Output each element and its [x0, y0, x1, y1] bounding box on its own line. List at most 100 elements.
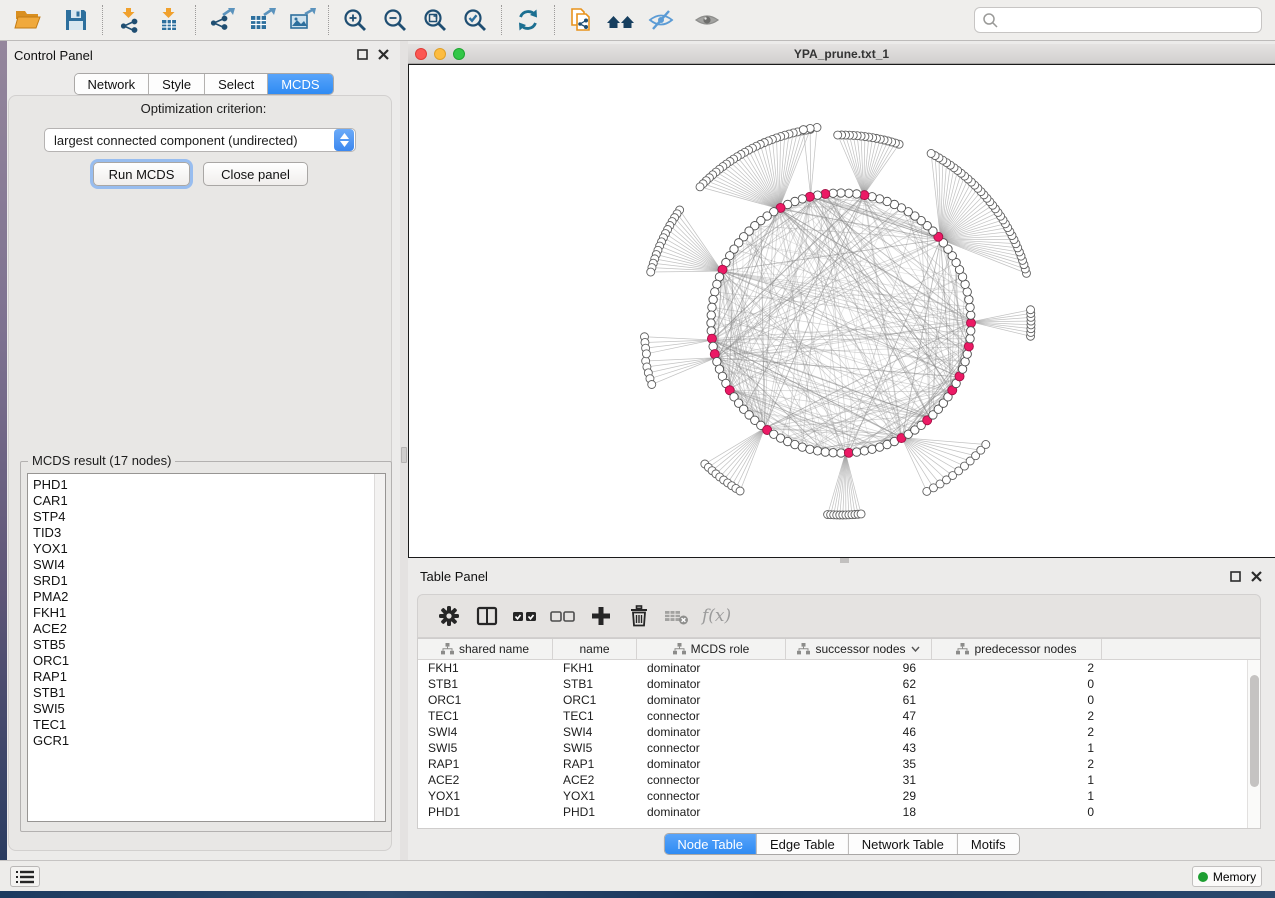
network-node[interactable] [967, 327, 975, 335]
network-node[interactable] [821, 448, 829, 456]
zoom-in-button[interactable] [335, 3, 375, 37]
table-row[interactable]: ORC1ORC1dominator610 [418, 692, 1260, 708]
new-network-from-selection-button[interactable] [561, 3, 601, 37]
table-row[interactable]: ACE2ACE2connector311 [418, 772, 1260, 788]
mcds-node[interactable] [707, 334, 716, 343]
tab-style[interactable]: Style [149, 74, 205, 94]
network-node[interactable] [713, 280, 721, 288]
table-row[interactable]: SWI4SWI4dominator462 [418, 724, 1260, 740]
zoom-fit-button[interactable] [415, 3, 455, 37]
mcds-result-item[interactable]: SRD1 [28, 573, 385, 589]
network-node[interactable] [852, 448, 860, 456]
export-table-button[interactable] [242, 3, 282, 37]
network-node[interactable] [837, 189, 845, 197]
mcds-result-item[interactable]: ORC1 [28, 653, 385, 669]
network-node[interactable] [829, 449, 837, 457]
mcds-result-item[interactable]: SWI4 [28, 557, 385, 573]
show-all-button[interactable] [687, 3, 727, 37]
mcds-result-item[interactable]: TEC1 [28, 717, 385, 733]
mcds-result-item[interactable]: ACE2 [28, 621, 385, 637]
leaf-node[interactable] [648, 380, 656, 388]
table-settings-button[interactable] [430, 598, 468, 634]
network-node[interactable] [966, 303, 974, 311]
tab-select[interactable]: Select [205, 74, 268, 94]
zoom-selected-button[interactable] [455, 3, 495, 37]
network-node[interactable] [875, 195, 883, 203]
network-node[interactable] [852, 190, 860, 198]
search-input[interactable] [999, 10, 1261, 30]
mcds-result-item[interactable]: CAR1 [28, 493, 385, 509]
apply-layout-button[interactable] [508, 3, 548, 37]
column-header-successor-nodes[interactable]: successor nodes [786, 639, 932, 659]
deselect-all-columns-button[interactable] [544, 598, 582, 634]
network-node[interactable] [707, 311, 715, 319]
open-session-button[interactable] [8, 3, 48, 37]
leaf-node[interactable] [647, 268, 655, 276]
table-scrollbar-thumb[interactable] [1250, 675, 1259, 787]
delete-table-button[interactable] [658, 598, 696, 634]
mcds-result-item[interactable]: STB5 [28, 637, 385, 653]
tab-network[interactable]: Network [74, 74, 149, 94]
tab-node-table[interactable]: Node Table [664, 834, 757, 854]
export-image-button[interactable] [282, 3, 322, 37]
table-scrollbar[interactable] [1247, 660, 1260, 828]
column-header-MCDS-role[interactable]: MCDS role [637, 639, 786, 659]
network-view-canvas[interactable] [408, 64, 1275, 558]
network-node[interactable] [711, 288, 719, 296]
leaf-node[interactable] [834, 131, 842, 139]
network-node[interactable] [868, 445, 876, 453]
column-header-shared-name[interactable]: shared name [418, 639, 553, 659]
leaf-node[interactable] [982, 440, 990, 448]
mcds-node[interactable] [821, 189, 830, 198]
mcds-result-item[interactable]: TID3 [28, 525, 385, 541]
first-neighbors-button[interactable] [601, 3, 641, 37]
mcds-node[interactable] [844, 448, 853, 457]
run-mcds-button[interactable]: Run MCDS [93, 162, 190, 186]
tab-mcds[interactable]: MCDS [268, 74, 332, 94]
mcds-list-scrollbar[interactable] [374, 474, 385, 821]
column-header-name[interactable]: name [553, 639, 637, 659]
mcds-result-item[interactable]: FKH1 [28, 605, 385, 621]
table-row[interactable]: YOX1YOX1connector291 [418, 788, 1260, 804]
select-all-columns-button[interactable] [506, 598, 544, 634]
tab-network-table[interactable]: Network Table [849, 834, 958, 854]
mcds-node[interactable] [964, 342, 973, 351]
network-node[interactable] [963, 288, 971, 296]
network-node[interactable] [806, 445, 814, 453]
mcds-result-item[interactable]: STP4 [28, 509, 385, 525]
leaf-node[interactable] [696, 183, 704, 191]
network-node[interactable] [965, 295, 973, 303]
mcds-node[interactable] [860, 191, 869, 200]
pane-divider-handle[interactable] [401, 447, 407, 463]
table-row[interactable]: FKH1FKH1dominator962 [418, 660, 1260, 676]
network-node[interactable] [709, 295, 717, 303]
table-row[interactable]: SWI5SWI5connector431 [418, 740, 1260, 756]
leaf-node[interactable] [927, 149, 935, 157]
network-node[interactable] [860, 447, 868, 455]
table-row[interactable]: PHD1PHD1dominator180 [418, 804, 1260, 820]
table-row[interactable]: STB1STB1dominator620 [418, 676, 1260, 692]
leaf-node[interactable] [1027, 306, 1035, 314]
network-node[interactable] [707, 319, 715, 327]
network-node[interactable] [845, 189, 853, 197]
mcds-result-item[interactable]: PMA2 [28, 589, 385, 605]
hide-selected-button[interactable] [641, 3, 681, 37]
close-panel-button[interactable]: Close panel [203, 162, 308, 186]
table-row[interactable]: TEC1TEC1connector472 [418, 708, 1260, 724]
task-history-button[interactable] [10, 866, 40, 887]
save-session-button[interactable] [56, 3, 96, 37]
table-row[interactable]: RAP1RAP1dominator352 [418, 756, 1260, 772]
leaf-node[interactable] [642, 350, 650, 358]
import-table-button[interactable] [149, 3, 189, 37]
float-panel-icon[interactable] [1229, 570, 1242, 583]
network-node[interactable] [966, 334, 974, 342]
delete-column-button[interactable] [620, 598, 658, 634]
export-network-button[interactable] [202, 3, 242, 37]
leaf-node[interactable] [799, 126, 807, 134]
column-header-predecessor-nodes[interactable]: predecessor nodes [932, 639, 1102, 659]
mcds-result-item[interactable]: SWI5 [28, 701, 385, 717]
mcds-result-item[interactable]: STB1 [28, 685, 385, 701]
mcds-result-item[interactable]: YOX1 [28, 541, 385, 557]
tab-motifs[interactable]: Motifs [958, 834, 1019, 854]
float-panel-icon[interactable] [356, 48, 369, 61]
